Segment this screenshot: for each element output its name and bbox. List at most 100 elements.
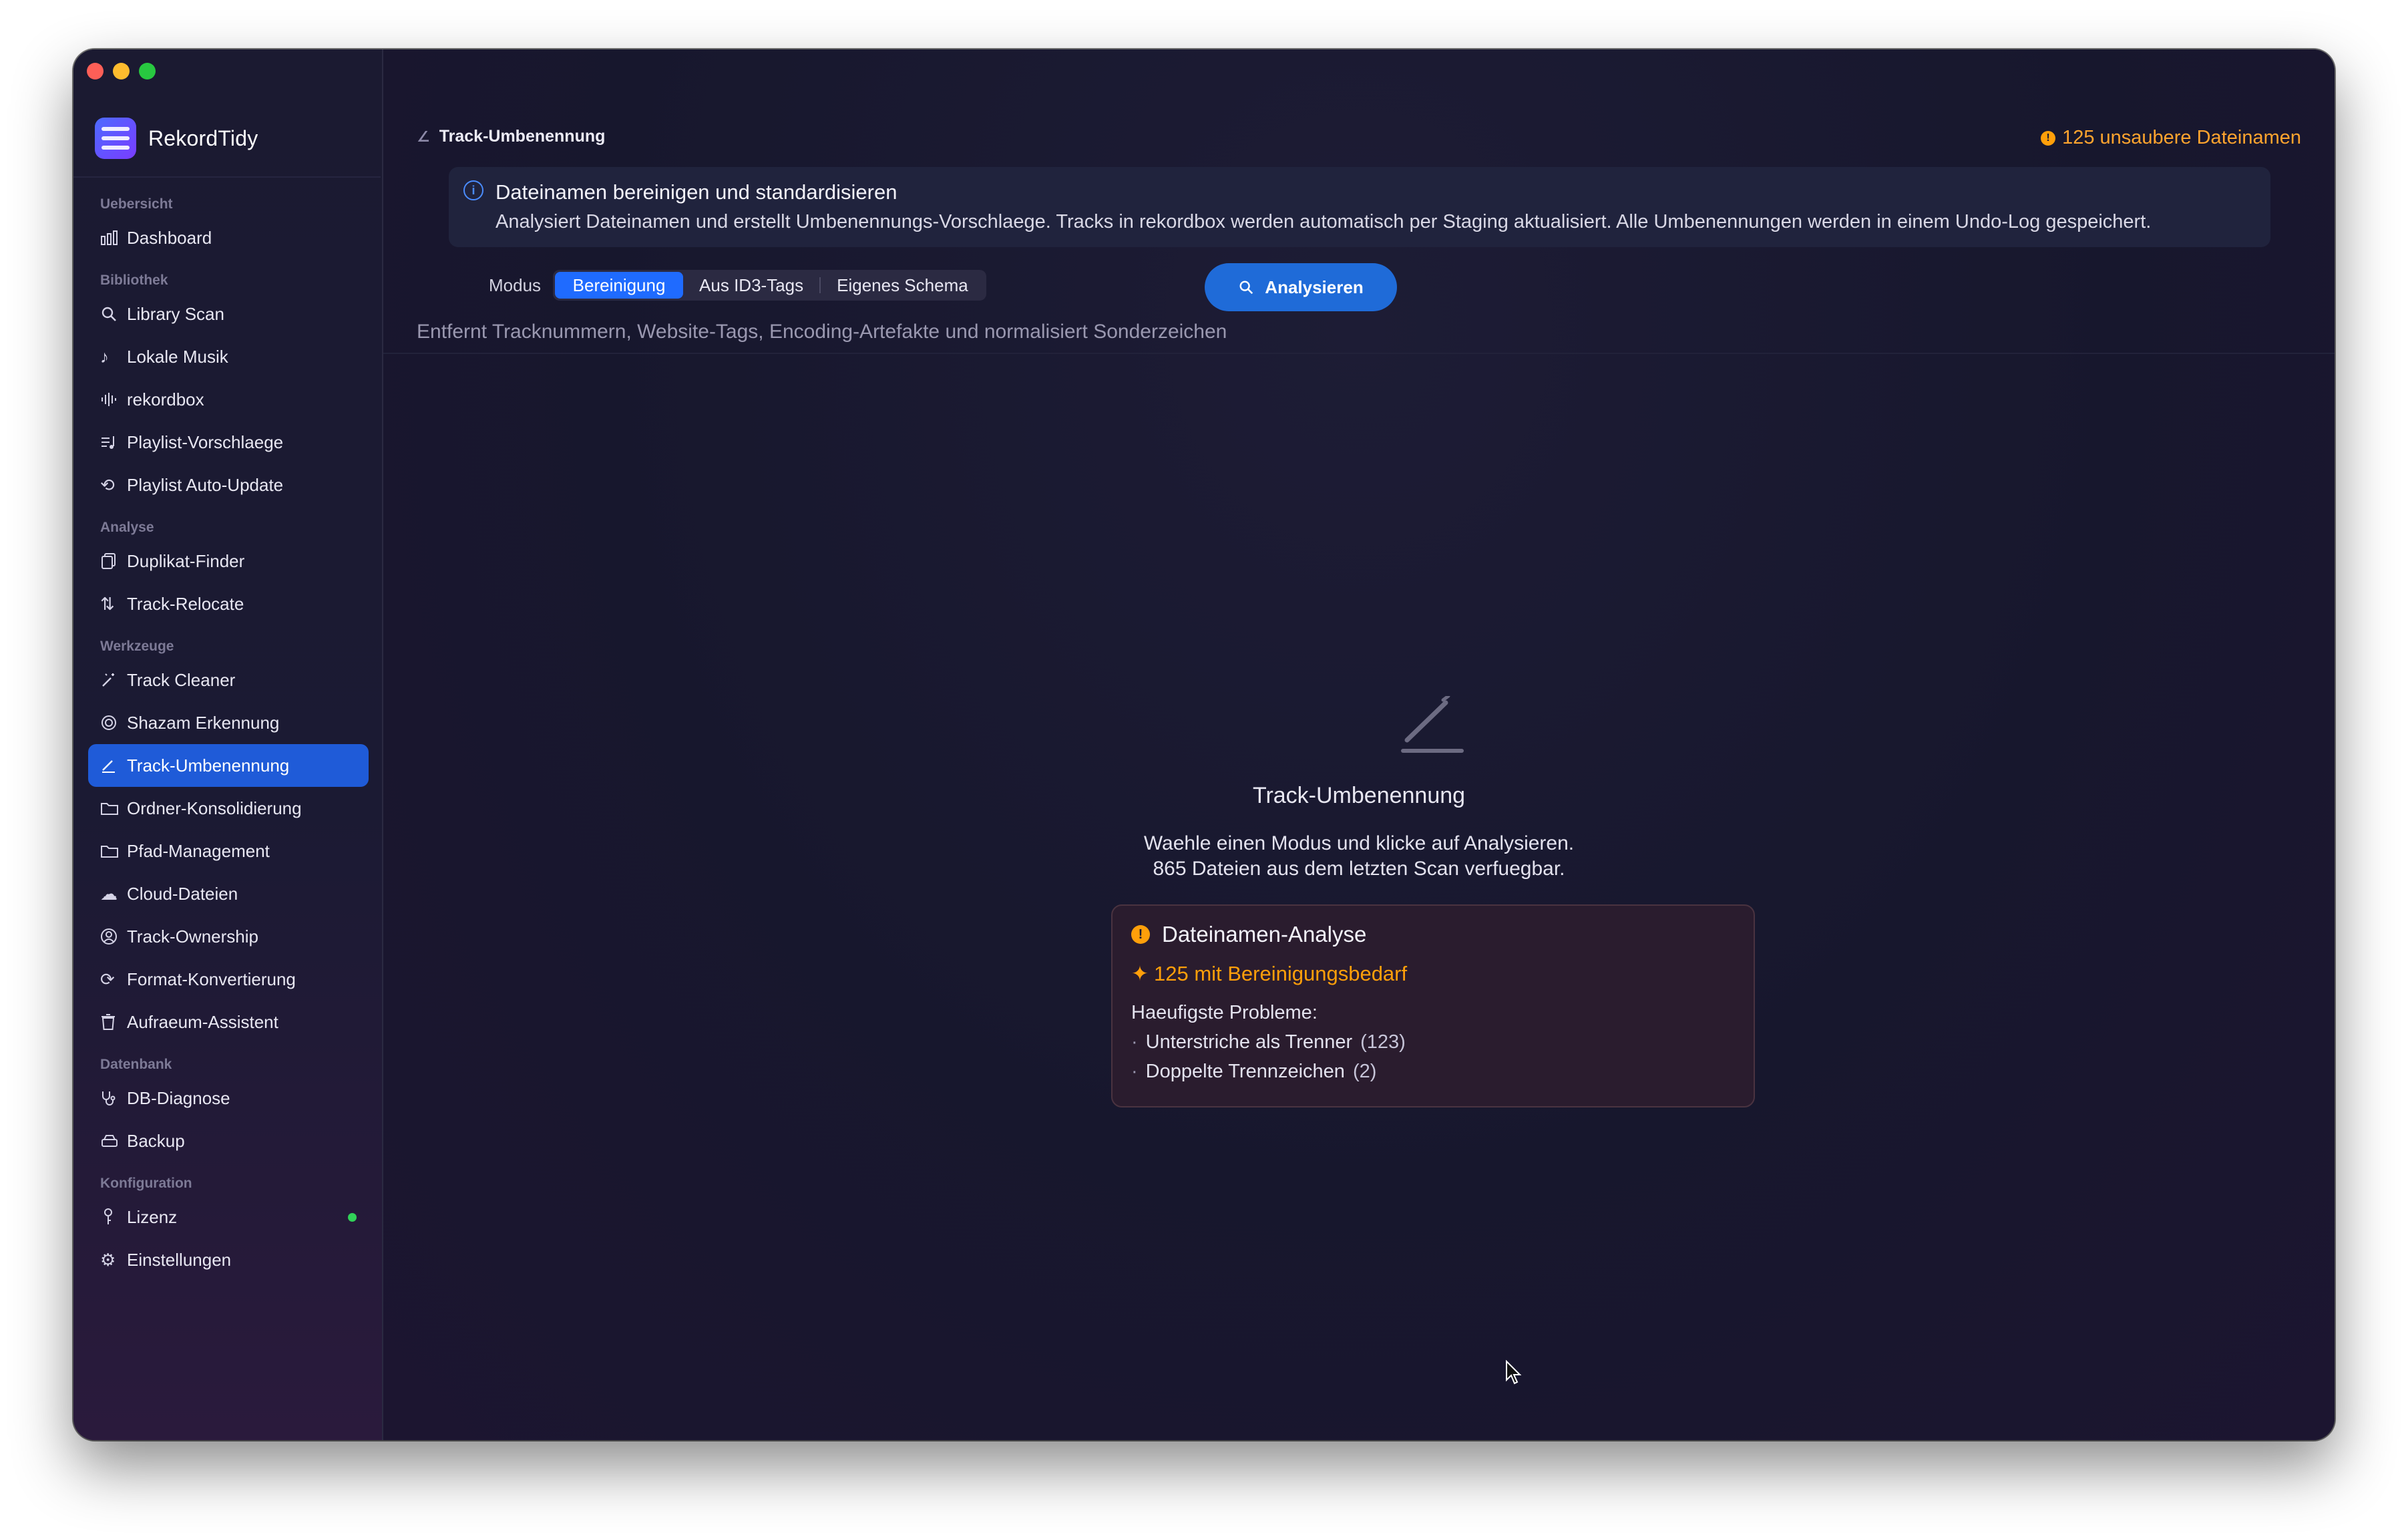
analyse-button[interactable]: Analysieren (1205, 263, 1397, 311)
folder-icon (100, 800, 127, 816)
mode-option-bereinigung[interactable]: Bereinigung (555, 272, 684, 299)
search-icon (100, 305, 127, 323)
bullet: · (1131, 1031, 1138, 1053)
sidebar-item-track-cleaner[interactable]: Track Cleaner (88, 659, 369, 701)
sidebar-item-rekordbox[interactable]: rekordbox (88, 378, 369, 421)
pencil-icon (1399, 694, 1466, 759)
backup-icon (100, 1133, 127, 1149)
sidebar-item-track-ownership[interactable]: Track-Ownership (88, 915, 369, 958)
mode-option-eigenes-schema[interactable]: Eigenes Schema (821, 272, 984, 299)
card-header: ! Dateinamen-Analyse (1131, 922, 1366, 947)
info-description: Analysiert Dateinamen und erstellt Umben… (495, 211, 2152, 232)
convert-icon: ⟳ (100, 969, 115, 989)
sidebar-item-label: Format-Konvertierung (127, 969, 296, 989)
sidebar-item-label: rekordbox (127, 389, 204, 409)
sidebar-item-format-konvertierung[interactable]: ⟳ Format-Konvertierung (88, 958, 369, 1001)
sidebar-item-label: Einstellungen (127, 1249, 232, 1270)
problem-label: Doppelte Trennzeichen (1145, 1061, 1345, 1082)
problem-item: · Doppelte Trennzeichen (2) (1131, 1061, 1376, 1083)
sidebar-item-track-umbenennung[interactable]: Track-Umbenennung (88, 744, 369, 787)
sidebar-item-label: Track-Umbenennung (127, 755, 290, 776)
folder-icon (100, 843, 127, 859)
sidebar-item-dashboard[interactable]: Dashboard (88, 216, 369, 259)
stethoscope-icon (100, 1089, 127, 1107)
sidebar-item-db-diagnose[interactable]: DB-Diagnose (88, 1077, 369, 1120)
header-divider (383, 353, 2335, 354)
problem-count: (123) (1360, 1031, 1406, 1053)
cleanup-count: ✦ 125 mit Bereinigungsbedarf (1131, 962, 1407, 986)
cloud-icon: ☁ (100, 883, 118, 904)
sidebar-item-cloud-dateien[interactable]: ☁ Cloud-Dateien (88, 872, 369, 915)
sidebar-item-playlist-auto-update[interactable]: ⟲ Playlist Auto-Update (88, 464, 369, 506)
sidebar-item-einstellungen[interactable]: ⚙ Einstellungen (88, 1238, 369, 1281)
sidebar-item-aufraeum-assistent[interactable]: Aufraeum-Assistent (88, 1001, 369, 1043)
key-icon (100, 1208, 127, 1226)
minimize-window-button[interactable] (113, 63, 130, 79)
sidebar-item-label: Backup (127, 1130, 185, 1151)
music-note-icon: ♪ (100, 346, 109, 367)
sidebar-item-label: Track-Ownership (127, 926, 258, 947)
pencil-icon (100, 757, 127, 774)
pencil-icon: ∠ (417, 128, 430, 145)
card-title: Dateinamen-Analyse (1162, 922, 1367, 947)
sidebar-item-duplikat-finder[interactable]: Duplikat-Finder (88, 540, 369, 582)
bar-chart-icon (100, 230, 127, 246)
warning-icon: ! (1131, 925, 1150, 944)
analyse-button-label: Analysieren (1265, 277, 1364, 297)
shazam-icon (100, 714, 127, 731)
sidebar-item-backup[interactable]: Backup (88, 1120, 369, 1162)
sidebar: RekordTidy Uebersicht Dashboard Biblioth… (73, 49, 383, 1440)
sidebar-item-library-scan[interactable]: Library Scan (88, 293, 369, 335)
sidebar-item-label: Track Cleaner (127, 669, 236, 690)
empty-state-line: Waehle einen Modus und klicke auf Analys… (1143, 832, 1575, 854)
sidebar-item-track-relocate[interactable]: ⇅ Track-Relocate (88, 582, 369, 625)
cleanup-count-text: 125 mit Bereinigungsbedarf (1153, 962, 1408, 985)
mode-segmented-control: Bereinigung Aus ID3-Tags Eigenes Schema (553, 270, 986, 301)
sidebar-divider (73, 176, 381, 178)
playlist-icon (100, 434, 127, 450)
close-window-button[interactable] (87, 63, 104, 79)
filename-analysis-card: ! Dateinamen-Analyse ✦ 125 mit Bereinigu… (1111, 904, 1755, 1107)
unclean-filenames-text: 125 unsaubere Dateinamen (2062, 127, 2301, 148)
sidebar-item-label: Shazam Erkennung (127, 712, 280, 733)
empty-state-title: Track-Umbenennung (1252, 783, 1466, 808)
license-status-dot (348, 1212, 357, 1222)
empty-state-line: 865 Dateien aus dem letzten Scan verfueg… (1153, 858, 1565, 880)
warning-icon: ! (2041, 130, 2056, 146)
sidebar-item-lokale-musik[interactable]: ♪ Lokale Musik (88, 335, 369, 378)
sidebar-item-label: Playlist-Vorschlaege (127, 432, 284, 452)
sidebar-nav: Uebersicht Dashboard Bibliothek Library … (88, 190, 369, 1281)
sidebar-item-pfad-management[interactable]: Pfad-Management (88, 830, 369, 872)
window-controls (87, 63, 156, 79)
magic-wand-icon (100, 671, 127, 689)
sidebar-item-shazam-erkennung[interactable]: Shazam Erkennung (88, 701, 369, 744)
sidebar-item-lizenz[interactable]: Lizenz (88, 1196, 369, 1238)
sidebar-item-label: Track-Relocate (127, 593, 244, 614)
sidebar-item-label: Library Scan (127, 303, 224, 324)
sidebar-item-label: Playlist Auto-Update (127, 474, 284, 495)
repeat-icon: ⟲ (100, 474, 115, 495)
sidebar-item-playlist-vorschlaege[interactable]: Playlist-Vorschlaege (88, 421, 369, 464)
sidebar-item-ordner-konsolidierung[interactable]: Ordner-Konsolidierung (88, 787, 369, 830)
person-icon (100, 928, 127, 945)
info-icon: i (463, 180, 483, 200)
breadcrumb-title: Track-Umbenennung (439, 127, 606, 146)
sidebar-section-title: Analyse (100, 520, 154, 535)
problem-label: Unterstriche als Trenner (1145, 1031, 1353, 1053)
search-icon (1238, 279, 1254, 295)
unclean-filenames-badge[interactable]: ! 125 unsaubere Dateinamen (2041, 127, 2301, 149)
info-box: i Dateinamen bereinigen und standardisie… (449, 167, 2270, 247)
app-logo (95, 118, 136, 159)
main-content: ∠ Track-Umbenennung ! 125 unsaubere Date… (383, 49, 2335, 1440)
breadcrumb: ∠ Track-Umbenennung (417, 127, 605, 146)
zoom-window-button[interactable] (139, 63, 156, 79)
sidebar-item-label: Dashboard (127, 227, 212, 248)
bullet: · (1131, 1061, 1138, 1082)
sidebar-section-title: Bibliothek (100, 273, 168, 288)
sidebar-item-label: Cloud-Dateien (127, 883, 238, 904)
app-window: RekordTidy Uebersicht Dashboard Biblioth… (73, 49, 2335, 1440)
sidebar-item-label: Duplikat-Finder (127, 550, 245, 571)
mode-selector: Modus Bereinigung Aus ID3-Tags Eigenes S… (489, 270, 986, 301)
mode-option-id3-tags[interactable]: Aus ID3-Tags (683, 272, 819, 299)
sidebar-section-title: Datenbank (100, 1057, 172, 1072)
